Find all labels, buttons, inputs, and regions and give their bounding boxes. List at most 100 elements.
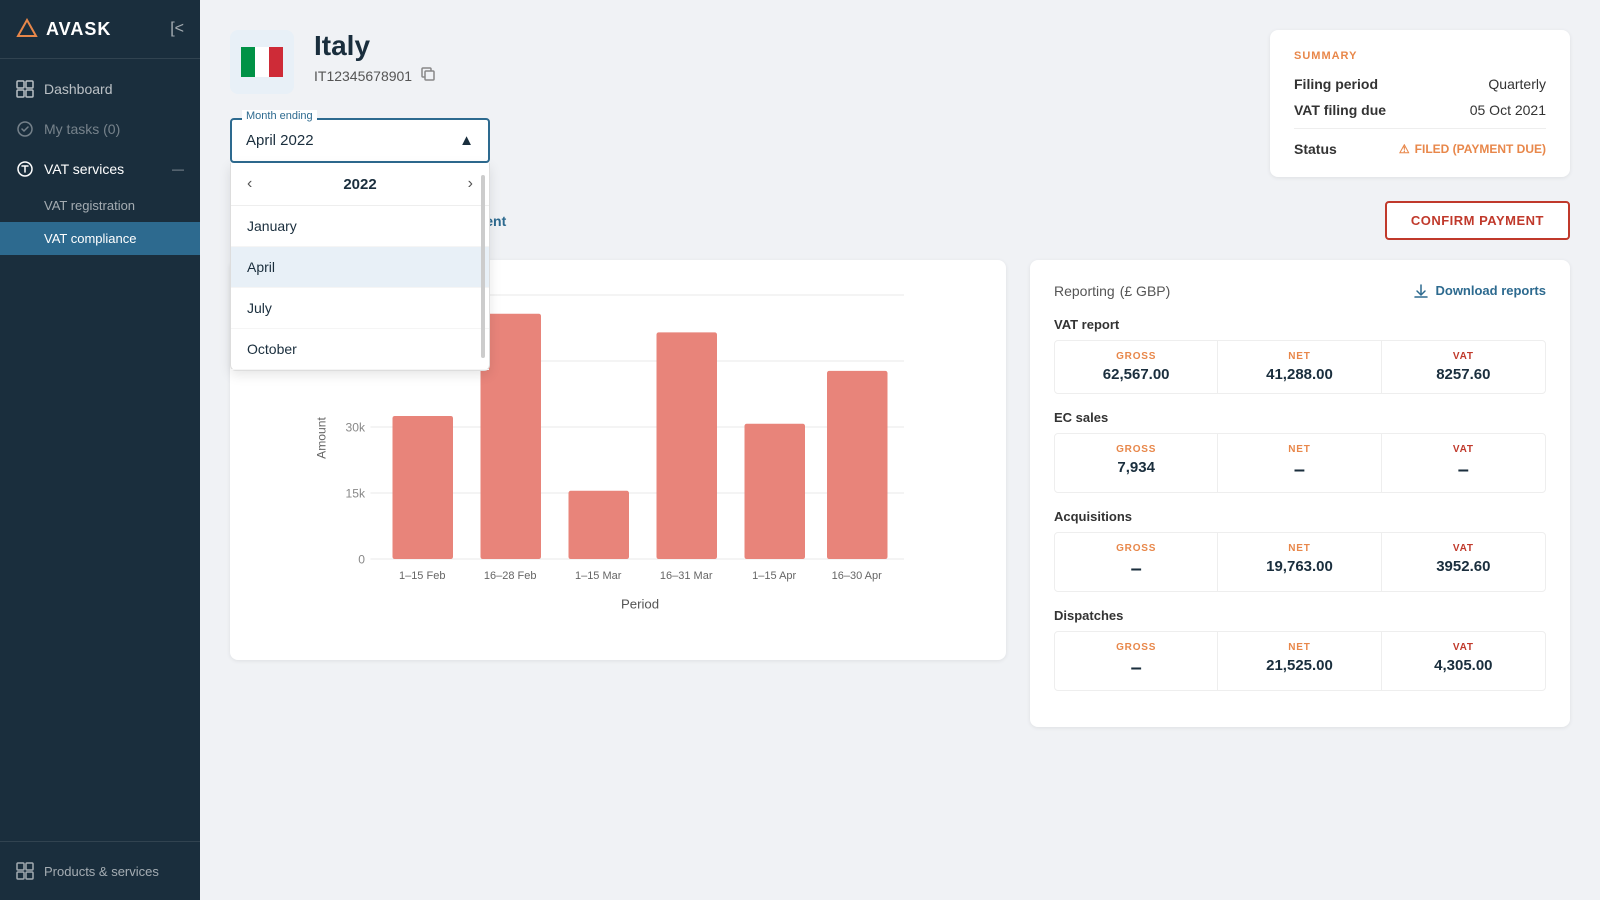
vat-vat-value: 8257.60	[1396, 366, 1531, 383]
tasks-icon	[16, 120, 34, 138]
acq-gross-value: –	[1069, 558, 1203, 581]
sidebar-bottom: Products & services	[0, 841, 200, 900]
acq-net-cell: NET 19,763.00	[1218, 533, 1381, 591]
reporting-panel: Reporting (£ GBP) Download reports VAT r…	[1030, 260, 1570, 727]
month-select-box[interactable]: April 2022 ▲	[230, 118, 490, 163]
svg-text:15k: 15k	[346, 486, 366, 500]
summary-divider	[1294, 128, 1546, 129]
reporting-header: Reporting (£ GBP) Download reports	[1054, 280, 1546, 301]
reporting-title: Reporting (£ GBP)	[1054, 280, 1170, 301]
sidebar-nav: Dashboard My tasks (0) VAT services — VA…	[0, 59, 200, 841]
sidebar-collapse-button[interactable]: [<	[170, 20, 184, 38]
selected-month: April 2022	[246, 132, 314, 149]
top-left: Italy IT12345678901	[230, 30, 1246, 163]
header-and-actions: Month ending April 2022 ▲ ‹ 2022 ›	[230, 118, 1246, 163]
ec-vat-value: –	[1396, 459, 1531, 482]
report-section-vat: VAT report GROSS 62,567.00 NET 41,288.00…	[1054, 317, 1546, 394]
dropdown-scrollbar	[481, 175, 485, 358]
filing-period-value: Quarterly	[1488, 76, 1546, 92]
ec-sales-grid: GROSS 7,934 NET – VAT –	[1054, 433, 1546, 493]
chevron-up-icon: ▲	[459, 132, 474, 149]
status-badge: ⚠ FILED (PAYMENT DUE)	[1399, 142, 1546, 156]
svg-text:16–30 Apr: 16–30 Apr	[832, 570, 882, 582]
acquisitions-label: Acquisitions	[1054, 509, 1546, 524]
filing-period-label: Filing period	[1294, 76, 1378, 92]
vat-number-row: IT12345678901	[314, 66, 1246, 85]
copy-vat-button[interactable]	[420, 66, 436, 85]
vat-gross-cell: GROSS 62,567.00	[1055, 341, 1218, 393]
report-section-acquisitions: Acquisitions GROSS – NET 19,763.00 VAT 3	[1054, 509, 1546, 592]
sidebar-item-vat-services[interactable]: VAT services —	[0, 149, 200, 189]
page-header: Italy IT12345678901	[230, 30, 1246, 94]
month-selector-area: Month ending April 2022 ▲ ‹ 2022 ›	[230, 118, 1246, 163]
next-year-button[interactable]: ›	[468, 175, 473, 193]
acquisitions-grid: GROSS – NET 19,763.00 VAT 3952.60	[1054, 532, 1546, 592]
status-row: Status ⚠ FILED (PAYMENT DUE)	[1294, 141, 1546, 157]
report-section-ec-sales: EC sales GROSS 7,934 NET – VAT –	[1054, 410, 1546, 493]
svg-text:1–15 Apr: 1–15 Apr	[752, 570, 796, 582]
month-option-october[interactable]: October	[231, 329, 489, 370]
sidebar-logo: AVASK [<	[0, 0, 200, 59]
vat-gross-value: 62,567.00	[1069, 366, 1203, 383]
ec-net-value: –	[1232, 459, 1366, 482]
sidebar-vat-label: VAT services	[44, 161, 124, 177]
prev-year-button[interactable]: ‹	[247, 175, 252, 193]
disp-gross-value: –	[1069, 657, 1203, 680]
copy-icon	[420, 66, 436, 82]
svg-text:1–15 Feb: 1–15 Feb	[399, 570, 445, 582]
month-dropdown: ‹ 2022 › January April July	[230, 163, 490, 371]
reporting-card: Reporting (£ GBP) Download reports VAT r…	[1030, 260, 1570, 727]
status-value: FILED (PAYMENT DUE)	[1415, 142, 1546, 156]
ec-gross-cell: GROSS 7,934	[1055, 434, 1218, 492]
acq-net-value: 19,763.00	[1232, 558, 1366, 575]
logo-text: AVASK	[46, 19, 111, 40]
svg-text:Period: Period	[621, 597, 659, 612]
svg-text:16–28 Feb: 16–28 Feb	[484, 570, 537, 582]
download-reports-icon	[1413, 283, 1429, 299]
acq-gross-cell: GROSS –	[1055, 533, 1218, 591]
download-reports-button[interactable]: Download reports	[1413, 283, 1546, 299]
bar-1-15-apr	[745, 424, 806, 559]
svg-text:Amount: Amount	[314, 417, 328, 459]
sidebar-item-tasks[interactable]: My tasks (0)	[0, 109, 200, 149]
grid-icon	[16, 862, 34, 880]
sidebar-tasks-label: My tasks (0)	[44, 121, 120, 137]
reporting-currency: (£ GBP)	[1120, 283, 1171, 299]
month-select-label: Month ending	[242, 110, 317, 122]
vat-number-text: IT12345678901	[314, 68, 412, 84]
month-option-july[interactable]: July	[231, 288, 489, 329]
country-info: Italy IT12345678901	[314, 30, 1246, 85]
disp-gross-cell: GROSS –	[1055, 632, 1218, 690]
avask-logo-icon	[16, 18, 38, 40]
ec-vat-cell: VAT –	[1382, 434, 1545, 492]
sidebar-dashboard-label: Dashboard	[44, 81, 113, 97]
disp-net-value: 21,525.00	[1232, 657, 1366, 674]
report-section-dispatches: Dispatches GROSS – NET 21,525.00 VAT 4,3	[1054, 608, 1546, 691]
vat-report-grid: GROSS 62,567.00 NET 41,288.00 VAT 8257.6…	[1054, 340, 1546, 394]
summary-section: SUMMARY Filing period Quarterly VAT fili…	[1270, 30, 1570, 177]
sidebar-item-vat-compliance[interactable]: VAT compliance	[0, 222, 200, 255]
ec-net-cell: NET –	[1218, 434, 1381, 492]
summary-title: SUMMARY	[1294, 50, 1546, 62]
confirm-payment-button[interactable]: CONFIRM PAYMENT	[1385, 201, 1570, 240]
vat-net-cell: NET 41,288.00	[1218, 341, 1381, 393]
summary-card: SUMMARY Filing period Quarterly VAT fili…	[1270, 30, 1570, 177]
sidebar-item-dashboard[interactable]: Dashboard	[0, 69, 200, 109]
month-option-april[interactable]: April	[231, 247, 489, 288]
sidebar-item-vat-registration[interactable]: VAT registration	[0, 189, 200, 222]
bar-16-31-mar	[657, 332, 718, 559]
warning-icon: ⚠	[1399, 142, 1410, 156]
vat-filing-due-row: VAT filing due 05 Oct 2021	[1294, 102, 1546, 118]
svg-text:30k: 30k	[346, 420, 366, 434]
svg-text:0: 0	[358, 552, 365, 566]
month-option-january[interactable]: January	[231, 206, 489, 247]
acq-vat-cell: VAT 3952.60	[1382, 533, 1545, 591]
top-row: Italy IT12345678901	[230, 30, 1570, 177]
dispatches-label: Dispatches	[1054, 608, 1546, 623]
disp-vat-value: 4,305.00	[1396, 657, 1531, 674]
sidebar-item-products-services[interactable]: Products & services	[16, 856, 184, 886]
country-name: Italy	[314, 30, 1246, 62]
products-services-label: Products & services	[44, 864, 159, 879]
bar-1-15-feb	[393, 416, 454, 559]
filing-period-row: Filing period Quarterly	[1294, 76, 1546, 92]
